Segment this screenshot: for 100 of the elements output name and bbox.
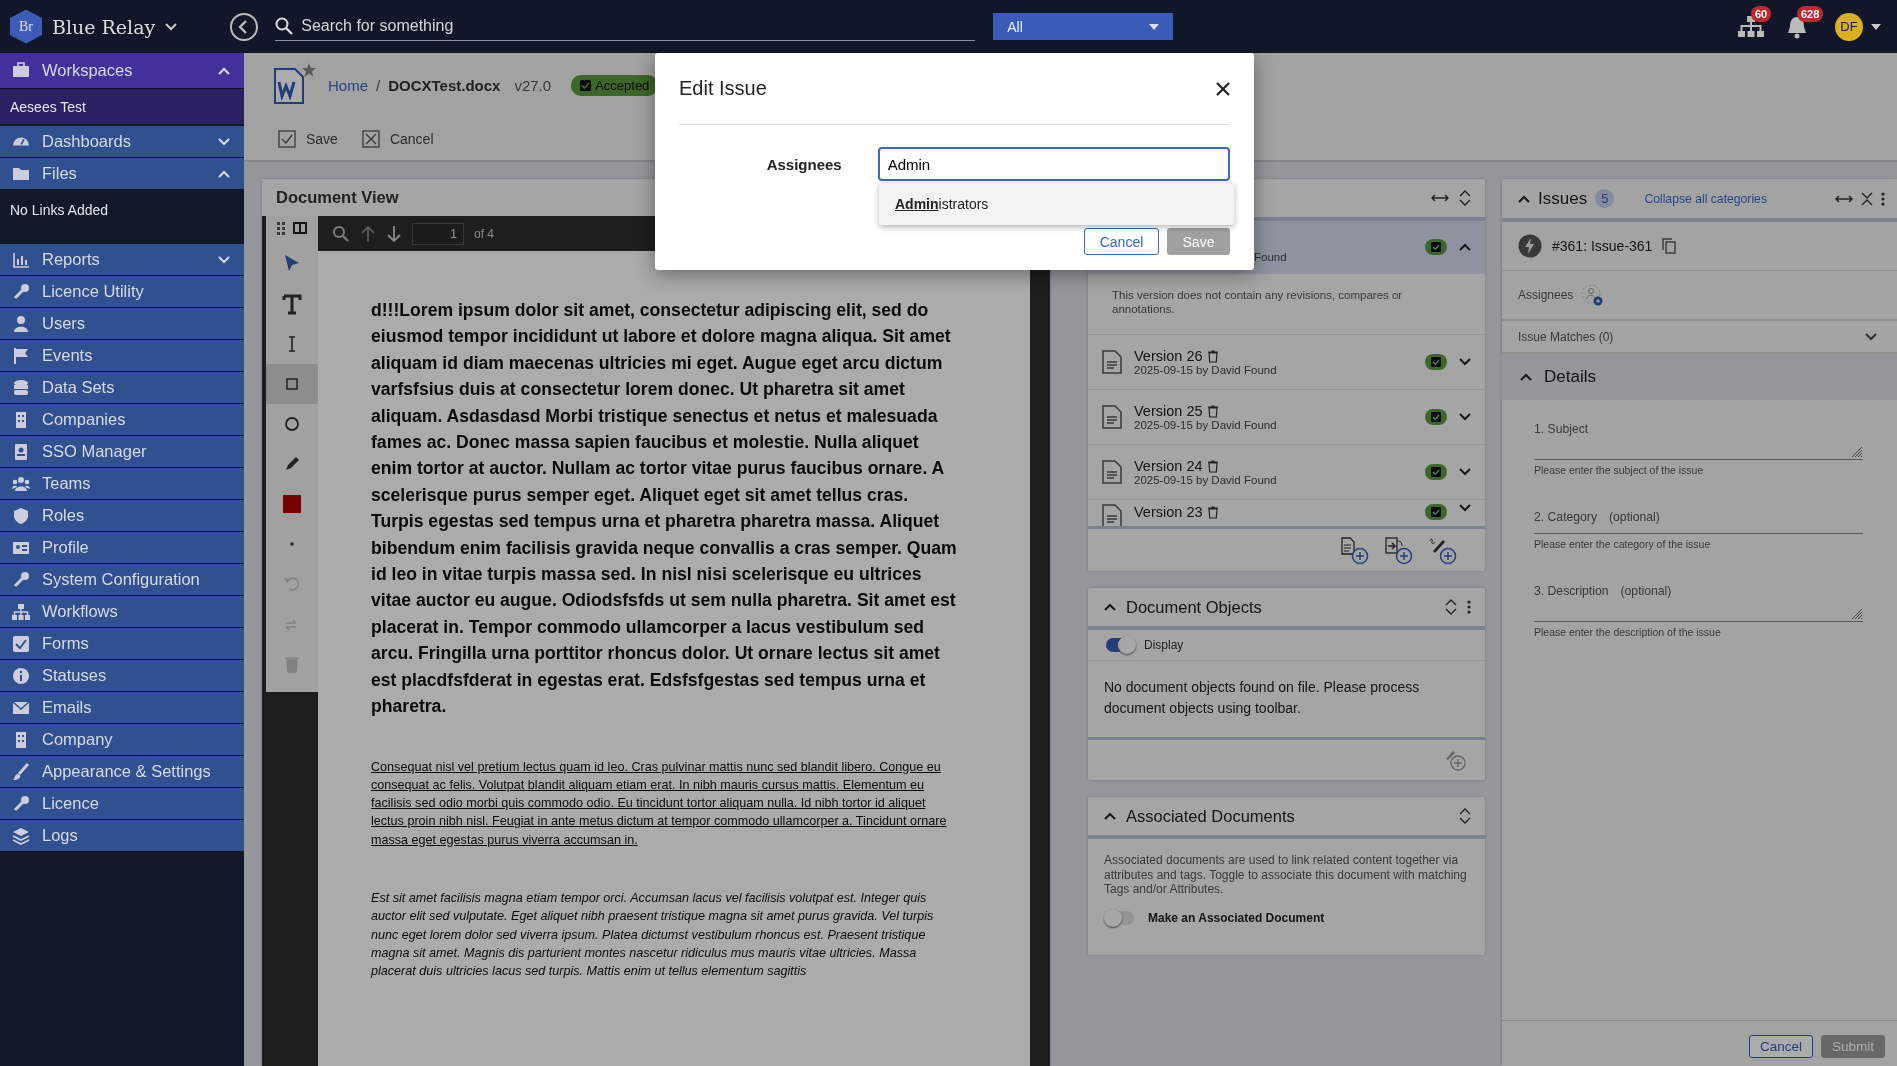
field-hint: Please enter the subject of the issue xyxy=(1534,464,1705,476)
tool-button[interactable] xyxy=(266,364,318,404)
toggle-switch[interactable] xyxy=(1106,638,1134,652)
sidebar-item[interactable]: SSO Manager xyxy=(0,436,244,468)
sidebar-item[interactable]: Dashboards xyxy=(0,126,244,158)
sidebar-item[interactable]: Licence Utility xyxy=(0,276,244,308)
cancel-button[interactable]: Cancel xyxy=(1748,1035,1813,1058)
breadcrumb-separator: / xyxy=(376,77,381,94)
save-button[interactable]: Save xyxy=(278,130,338,148)
assignees-field[interactable]: Admin xyxy=(877,147,1230,181)
page-count: of 4 xyxy=(474,226,494,241)
sidebar-item[interactable]: Companies xyxy=(0,404,244,436)
sidebar-item[interactable]: Teams xyxy=(0,468,244,500)
arrow-up-icon[interactable] xyxy=(360,224,376,243)
sidebar-item[interactable]: Logs xyxy=(0,820,244,852)
sidebar-item[interactable]: Emails xyxy=(0,692,244,724)
sidebar-item[interactable]: Licence xyxy=(0,788,244,820)
expand-icon[interactable] xyxy=(1459,468,1471,476)
collapse-arrows-icon[interactable] xyxy=(1861,191,1873,206)
brush-icon xyxy=(12,762,30,781)
sidebar-item[interactable]: Appearance & Settings xyxy=(0,756,244,788)
expand-icon[interactable] xyxy=(1459,358,1471,366)
cancel-button[interactable]: Cancel xyxy=(1084,228,1159,255)
version-date: 2025-09-15 by David Found xyxy=(1134,364,1278,376)
sidebar-item[interactable]: Reports xyxy=(0,244,244,276)
optional-label: (optional) xyxy=(1609,510,1660,524)
sort-icon[interactable] xyxy=(1459,189,1471,207)
sidebar-item[interactable]: Files xyxy=(0,158,244,190)
add-user-icon[interactable] xyxy=(1581,284,1604,306)
sidebar-item[interactable]: System Configuration xyxy=(0,564,244,596)
version-row[interactable]: Version 24 2025-09-15 by David Found xyxy=(1088,445,1485,500)
search-field[interactable]: Search for something xyxy=(299,16,964,36)
page-field[interactable]: 1 xyxy=(412,222,464,245)
gauge-icon xyxy=(12,137,30,146)
field-label: 1. Subject xyxy=(1534,422,1589,436)
sidebar-item[interactable]: Company xyxy=(0,724,244,756)
sort-icon[interactable] xyxy=(1459,807,1471,825)
trash-icon[interactable] xyxy=(1206,505,1219,519)
more-icon[interactable] xyxy=(1467,600,1471,614)
sidebar-item[interactable]: Workflows xyxy=(0,596,244,628)
expand-icon[interactable] xyxy=(1865,332,1877,341)
panel-title: Document View xyxy=(276,188,399,207)
resize-horizontal-icon[interactable] xyxy=(1431,193,1449,203)
user-avatar[interactable]: DF xyxy=(1835,12,1863,41)
paragraph: Consequat nisl vel pretium lectus quam id leo. Cras pulvinar mattis nunc sed blandit libero. Congue eu consequat ac felis. Volutpat blandit aliquam etiam erat. In nibh mauris cursus mattis. Elementum eu facilisis sed odio morbi quis commodo odio. Eu tincidunt tortor aliquam nulla. Id nibh tortor id aliquet lectus proin nibh nisl. Feugiat in ante metus dictum at tempor commodo ullamcorper a. Tincidunt ornare massa eget egestas purus viverra accumsan in. xyxy=(371,758,948,849)
checkbox-icon xyxy=(278,130,296,148)
sidebar-item[interactable]: Users xyxy=(0,308,244,340)
collapse-icon[interactable] xyxy=(1520,373,1532,381)
scope-select[interactable]: All xyxy=(993,13,1174,40)
version-row[interactable]: Version 26 2025-09-15 by David Found xyxy=(1088,335,1485,390)
add-document-icon[interactable] xyxy=(1341,537,1369,565)
sidebar-item[interactable]: Statuses xyxy=(0,660,244,692)
collapse-icon[interactable] xyxy=(1104,812,1116,820)
hierarchy-icon xyxy=(12,602,30,621)
check-icon xyxy=(1431,507,1441,517)
trash-icon[interactable] xyxy=(1206,404,1219,418)
import-document-icon[interactable] xyxy=(1385,537,1413,565)
version-title: Version 26 xyxy=(1134,348,1203,364)
trash-icon[interactable] xyxy=(1206,459,1219,473)
more-icon[interactable] xyxy=(1881,191,1885,206)
sidebar-subitem[interactable]: No Links Added xyxy=(0,190,244,244)
expand-icon[interactable] xyxy=(1459,413,1471,421)
issue-title: #361: Issue-361 xyxy=(1552,238,1653,254)
star-icon[interactable] xyxy=(302,63,316,77)
grid-icon[interactable] xyxy=(277,222,287,236)
trash-icon[interactable] xyxy=(1206,349,1219,363)
version-row[interactable]: Version 25 2025-09-15 by David Found xyxy=(1088,390,1485,445)
sidebar-item[interactable]: Events xyxy=(0,340,244,372)
sidebar-item[interactable]: Forms xyxy=(0,628,244,660)
toggle-label: Display xyxy=(1144,638,1184,652)
copy-icon[interactable] xyxy=(1662,238,1677,254)
columns-icon[interactable] xyxy=(293,222,307,234)
breadcrumb-link[interactable]: Home xyxy=(328,77,368,94)
cancel-button[interactable]: Cancel xyxy=(361,130,434,148)
suggestion-option[interactable]: Administrators xyxy=(879,183,1234,225)
sidebar-subitem[interactable]: Aesees Test xyxy=(0,89,244,126)
collapse-link[interactable]: Collapse all categories xyxy=(1644,191,1827,206)
check-icon xyxy=(1431,467,1441,477)
toggle-switch[interactable] xyxy=(1106,910,1134,925)
wrench-icon xyxy=(12,794,30,813)
arrow-down-icon[interactable] xyxy=(386,224,402,243)
collapse-icon[interactable] xyxy=(1104,603,1116,611)
field-label: Assignees xyxy=(765,155,842,173)
expand-icon[interactable] xyxy=(1459,243,1471,251)
version-row[interactable]: Version 23 xyxy=(1088,500,1485,526)
resize-horizontal-icon[interactable] xyxy=(1835,193,1853,204)
sidebar-item[interactable]: Data Sets xyxy=(0,372,244,404)
expand-icon[interactable] xyxy=(1459,504,1471,512)
sidebar-item[interactable]: Roles xyxy=(0,500,244,532)
panel-title: Document Objects xyxy=(1126,597,1263,617)
back-button[interactable] xyxy=(229,11,260,42)
app-logo: Br xyxy=(10,9,42,44)
search-icon[interactable] xyxy=(332,224,350,243)
edit-pen-icon[interactable] xyxy=(1429,537,1457,565)
sidebar-item[interactable]: Profile xyxy=(0,532,244,564)
close-button[interactable] xyxy=(1216,81,1230,96)
search-icon xyxy=(275,17,294,35)
database-icon xyxy=(12,378,30,397)
sort-icon[interactable] xyxy=(1445,598,1457,616)
sidebar-item[interactable]: Workspaces xyxy=(0,53,244,89)
